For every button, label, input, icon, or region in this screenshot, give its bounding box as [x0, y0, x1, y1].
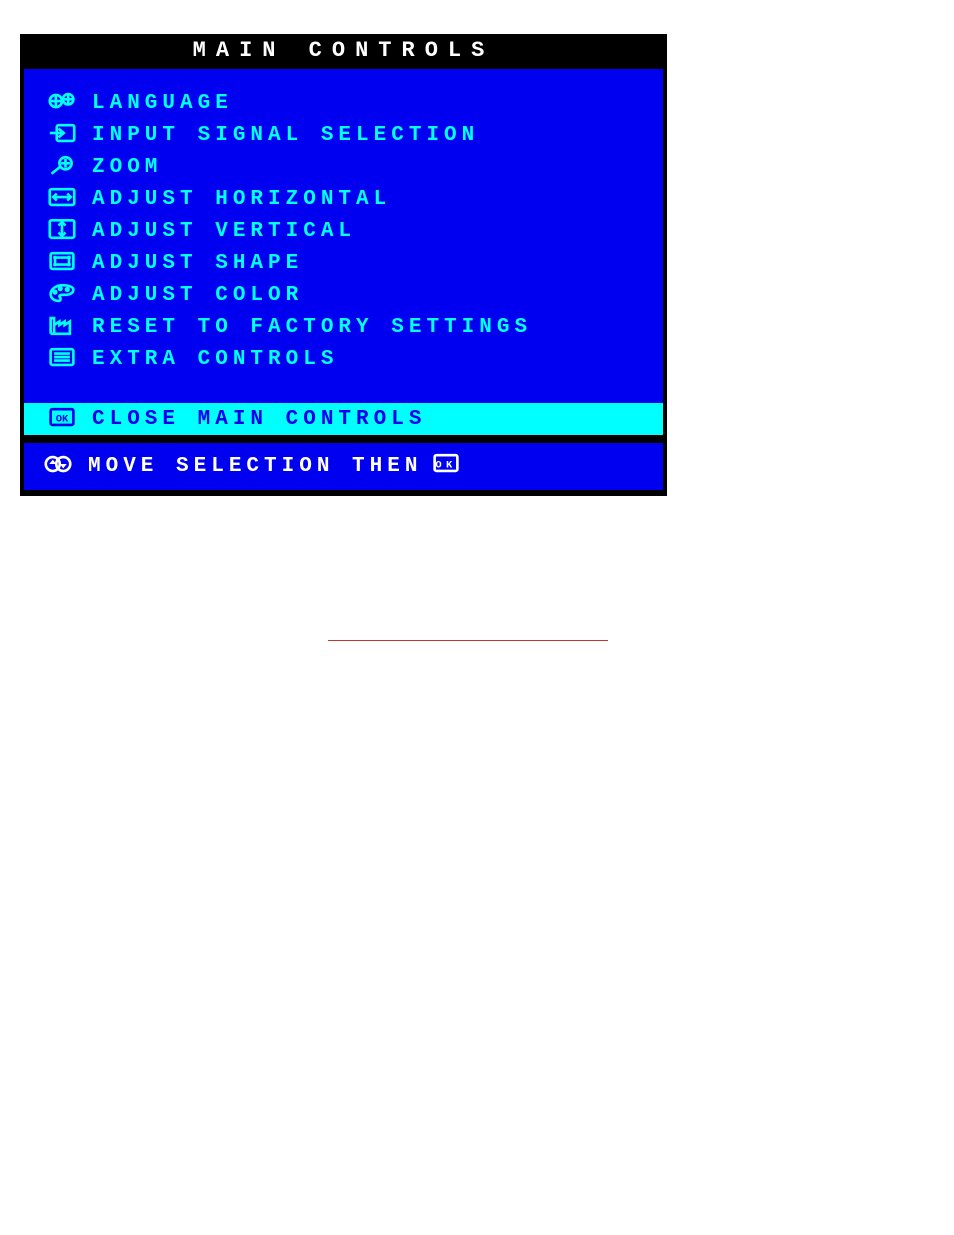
factory-icon [42, 313, 82, 342]
hint-bar: MOVE SELECTION THEN OK [24, 443, 663, 490]
adjust-vertical-icon [42, 217, 82, 246]
menu-item-label: INPUT SIGNAL SELECTION [82, 124, 479, 147]
menu-item-label: EXTRA CONTROLS [82, 348, 338, 371]
menu-item-adjust-color[interactable]: ADJUST COLOR [24, 279, 663, 311]
up-down-icon [38, 452, 78, 481]
adjust-horizontal-icon [42, 185, 82, 214]
menu-item-label: CLOSE MAIN CONTROLS [82, 408, 426, 431]
ok-icon: OK [432, 451, 460, 482]
adjust-shape-icon [42, 249, 82, 278]
menu-item-close-main-controls[interactable]: OK CLOSE MAIN CONTROLS [24, 403, 663, 435]
menu-item-label: ADJUST HORIZONTAL [82, 188, 391, 211]
menu-item-label: LANGUAGE [82, 92, 233, 115]
menu-item-input-signal[interactable]: INPUT SIGNAL SELECTION [24, 119, 663, 151]
menu-item-language[interactable]: LANGUAGE [24, 87, 663, 119]
svg-text:OK: OK [436, 459, 457, 471]
osd-title: MAIN CONTROLS [20, 34, 667, 69]
hint-text: MOVE SELECTION THEN OK [78, 451, 460, 482]
return-link[interactable] [328, 620, 608, 641]
extra-controls-icon [42, 345, 82, 374]
input-icon [42, 121, 82, 150]
spacer [24, 375, 663, 403]
menu-item-extra-controls[interactable]: EXTRA CONTROLS [24, 343, 663, 375]
menu-item-label: ADJUST SHAPE [82, 252, 303, 275]
language-icon [42, 89, 82, 118]
hint-text-label: MOVE SELECTION THEN [88, 455, 422, 478]
osd-window: MAIN CONTROLS LANGUAGE INPUT SIGNAL SELE… [20, 34, 667, 496]
ok-icon: OK [42, 405, 82, 434]
menu-item-reset-factory[interactable]: RESET TO FACTORY SETTINGS [24, 311, 663, 343]
svg-text:OK: OK [56, 413, 69, 425]
menu-item-adjust-vertical[interactable]: ADJUST VERTICAL [24, 215, 663, 247]
menu-item-label: ADJUST COLOR [82, 284, 303, 307]
zoom-icon [42, 153, 82, 182]
menu-item-zoom[interactable]: ZOOM [24, 151, 663, 183]
menu-item-label: ZOOM [82, 156, 162, 179]
menu-item-label: ADJUST VERTICAL [82, 220, 356, 243]
divider [20, 435, 667, 443]
osd-body: LANGUAGE INPUT SIGNAL SELECTION ZOOM ADJ… [24, 69, 663, 435]
menu-item-adjust-shape[interactable]: ADJUST SHAPE [24, 247, 663, 279]
adjust-color-icon [42, 281, 82, 310]
menu-item-adjust-horizontal[interactable]: ADJUST HORIZONTAL [24, 183, 663, 215]
menu-item-label: RESET TO FACTORY SETTINGS [82, 316, 532, 339]
